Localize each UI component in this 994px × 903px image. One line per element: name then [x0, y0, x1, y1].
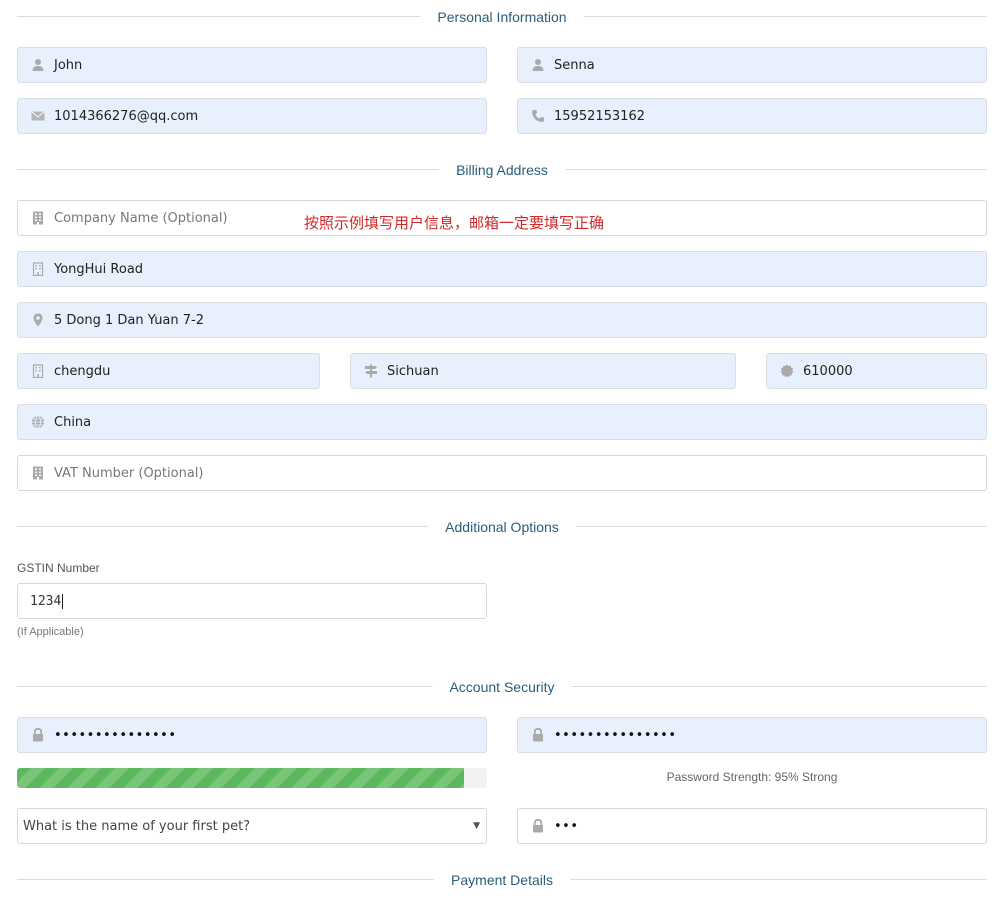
phone-icon	[531, 109, 545, 123]
security-question-selected: What is the name of your first pet?	[23, 818, 251, 834]
security-question-select[interactable]: What is the name of your first pet? ▼	[17, 808, 487, 844]
password-input[interactable]: •••••••••••••••	[17, 717, 487, 753]
section-header-billing: Billing Address	[17, 160, 987, 180]
chevron-down-icon: ▼	[473, 821, 480, 831]
certificate-icon	[780, 364, 794, 378]
envelope-icon	[31, 109, 45, 123]
user-icon	[531, 58, 545, 72]
password-strength-text: Password Strength: 95% Strong	[666, 770, 838, 784]
phone-input[interactable]: 15952153162	[517, 98, 987, 134]
section-header-security: Account Security	[17, 677, 987, 697]
password-strength-fill	[17, 768, 464, 788]
lock-icon	[531, 819, 545, 833]
password-strength-bar	[17, 768, 487, 788]
section-header-additional: Additional Options	[17, 517, 987, 537]
vat-number-placeholder: VAT Number (Optional)	[54, 465, 204, 481]
address-line1-input[interactable]: YongHui Road	[17, 251, 987, 287]
lock-icon	[531, 728, 545, 742]
country-select[interactable]: China	[17, 404, 987, 440]
building-icon	[31, 262, 45, 276]
gstin-value: 1234	[30, 593, 62, 609]
gstin-help-text: (If Applicable)	[17, 626, 84, 638]
section-header-personal: Personal Information	[17, 7, 987, 27]
company-name-placeholder: Company Name (Optional)	[54, 210, 228, 226]
first-name-input[interactable]: John	[17, 47, 487, 83]
state-input[interactable]: Sichuan	[350, 353, 736, 389]
globe-icon	[31, 415, 45, 429]
building-icon	[31, 466, 45, 480]
section-header-payment: Payment Details	[17, 870, 987, 890]
last-name-input[interactable]: Senna	[517, 47, 987, 83]
map-marker-icon	[31, 313, 45, 327]
section-title: Payment Details	[434, 870, 570, 890]
gstin-input[interactable]: 1234	[17, 583, 487, 619]
building-icon	[31, 364, 45, 378]
section-title: Billing Address	[439, 160, 565, 180]
confirm-password-input[interactable]: •••••••••••••••	[517, 717, 987, 753]
instruction-annotation: 按照示例填写用户信息，邮箱一定要填写正确	[304, 214, 605, 232]
postcode-input[interactable]: 610000	[766, 353, 987, 389]
user-icon	[31, 58, 45, 72]
section-title: Additional Options	[428, 517, 576, 537]
address-line2-input[interactable]: 5 Dong 1 Dan Yuan 7-2	[17, 302, 987, 338]
email-input[interactable]: 1014366276@qq.com	[17, 98, 487, 134]
security-answer-input[interactable]: •••	[517, 808, 987, 844]
text-cursor	[62, 593, 64, 609]
city-input[interactable]: chengdu	[17, 353, 320, 389]
signpost-icon	[364, 364, 378, 378]
gstin-label: GSTIN Number	[17, 561, 100, 575]
vat-number-input[interactable]: VAT Number (Optional)	[17, 455, 987, 491]
section-title: Account Security	[432, 677, 572, 697]
building-icon	[31, 211, 45, 225]
lock-icon	[31, 728, 45, 742]
section-title: Personal Information	[420, 7, 584, 27]
